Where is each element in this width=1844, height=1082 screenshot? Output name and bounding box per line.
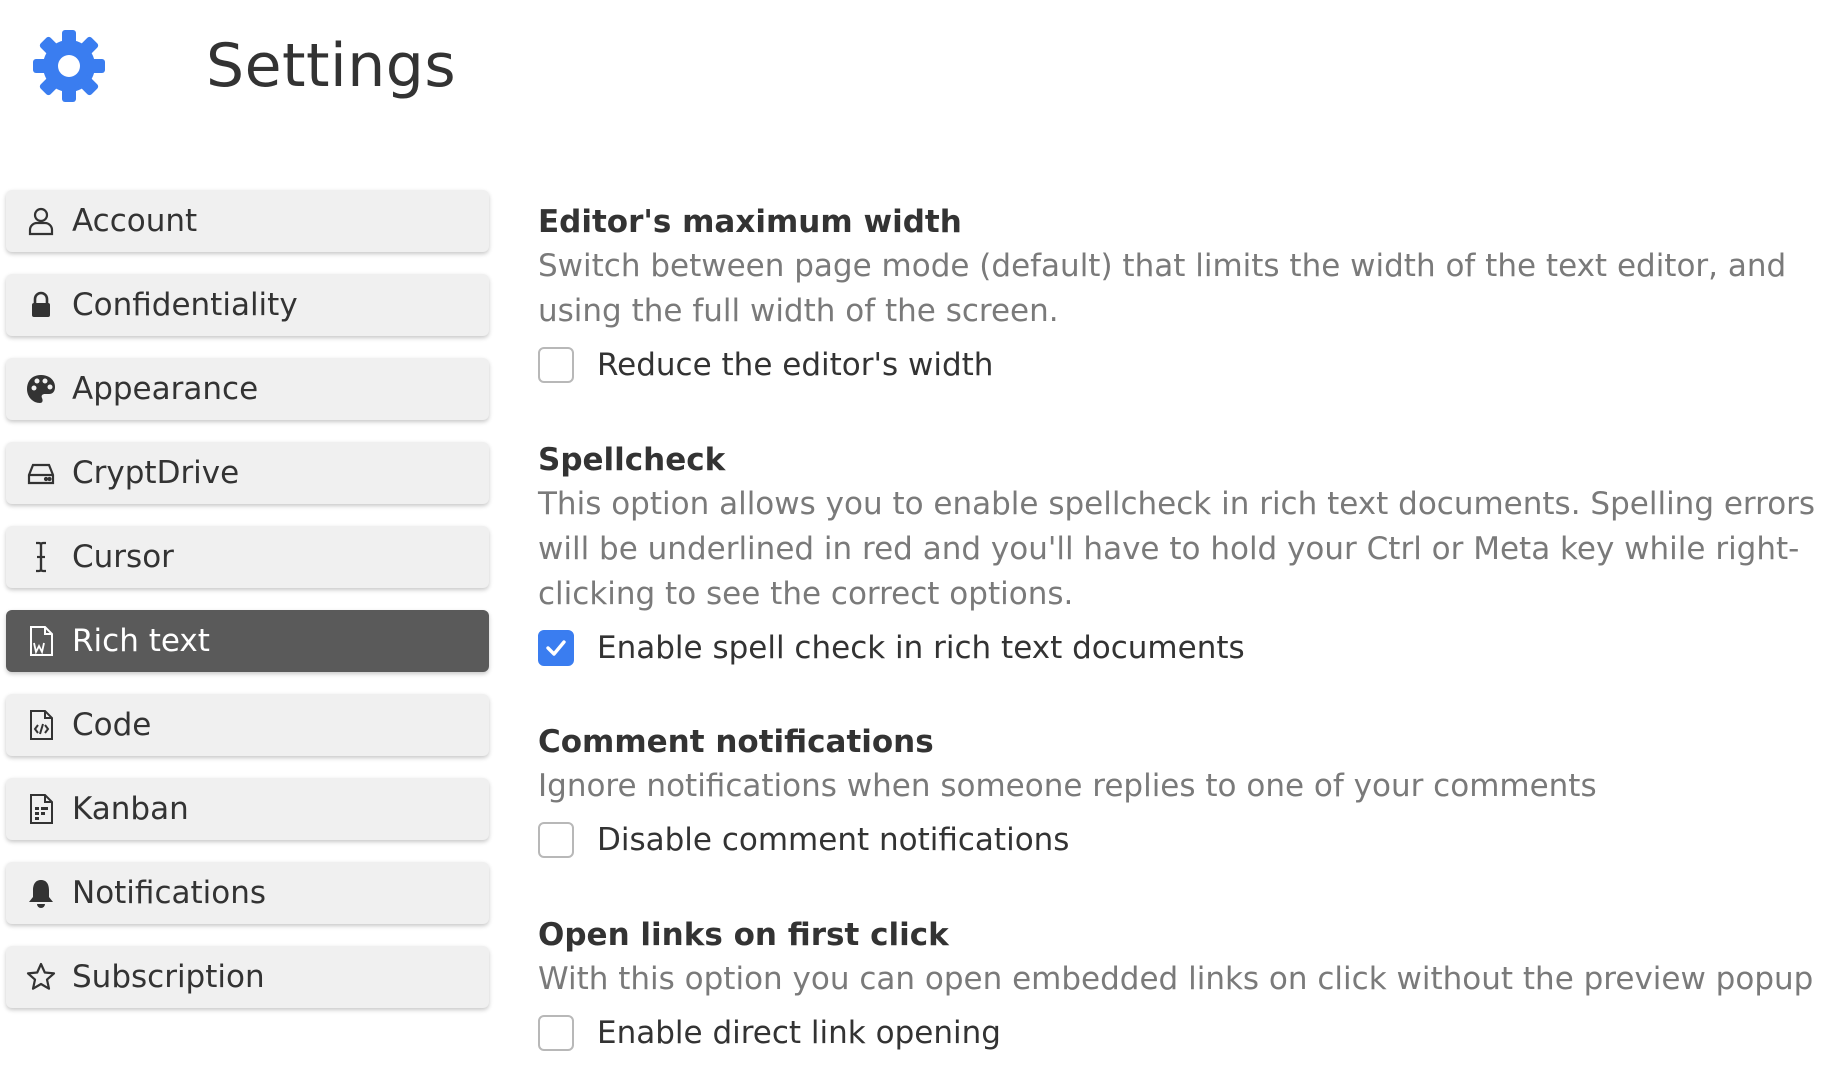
star-icon [22, 958, 60, 996]
reduce-editor-width-option[interactable]: Reduce the editor's width [538, 344, 1828, 386]
page-header: Settings [28, 30, 456, 102]
code-document-icon [22, 706, 60, 744]
section-description: This option allows you to enable spellch… [538, 486, 1816, 612]
palette-icon [22, 370, 60, 408]
sidebar-item-label: Code [72, 707, 152, 743]
sidebar-item-cryptdrive[interactable]: CryptDrive [6, 442, 489, 504]
spellcheck-section: Spellcheck This option allows you to ena… [538, 438, 1828, 669]
checkbox-label[interactable]: Reduce the editor's width [597, 347, 993, 383]
rich-text-document-icon [22, 622, 60, 660]
open-links-section: Open links on first click With this opti… [538, 913, 1813, 1054]
sidebar-item-label: Rich text [72, 623, 210, 659]
checkbox-label[interactable]: Enable direct link opening [597, 1015, 1001, 1051]
disable-comment-notifications-checkbox[interactable] [538, 822, 574, 858]
section-title: Editor's maximum width [538, 204, 962, 240]
checkbox-label[interactable]: Disable comment notifications [597, 822, 1069, 858]
text-cursor-icon [22, 538, 60, 576]
bell-icon [22, 874, 60, 912]
sidebar-item-appearance[interactable]: Appearance [6, 358, 489, 420]
sidebar-item-label: Confidentiality [72, 287, 298, 323]
spellcheck-option[interactable]: Enable spell check in rich text document… [538, 627, 1828, 669]
sidebar-item-notifications[interactable]: Notifications [6, 862, 489, 924]
sidebar-item-label: Subscription [72, 959, 265, 995]
direct-link-opening-checkbox[interactable] [538, 1015, 574, 1051]
sidebar-item-kanban[interactable]: Kanban [6, 778, 489, 840]
sidebar-item-code[interactable]: Code [6, 694, 489, 756]
section-description: Switch between page mode (default) that … [538, 248, 1787, 329]
sidebar-item-label: CryptDrive [72, 455, 240, 491]
checkmark-icon [546, 640, 566, 656]
sidebar-item-cursor[interactable]: Cursor [6, 526, 489, 588]
section-title: Open links on first click [538, 917, 949, 953]
settings-sidebar: Account Confidentiality Appearance Crypt… [6, 190, 489, 1030]
direct-link-opening-option[interactable]: Enable direct link opening [538, 1012, 1813, 1054]
sidebar-item-label: Cursor [72, 539, 174, 575]
sidebar-item-rich-text[interactable]: Rich text [6, 610, 489, 672]
sidebar-item-confidentiality[interactable]: Confidentiality [6, 274, 489, 336]
page-title: Settings [206, 31, 457, 101]
gear-icon [28, 25, 110, 107]
sidebar-item-account[interactable]: Account [6, 190, 489, 252]
section-description: Ignore notifications when someone replie… [538, 768, 1597, 804]
lock-icon [22, 286, 60, 324]
drive-icon [22, 454, 60, 492]
section-title: Spellcheck [538, 442, 726, 478]
reduce-editor-width-checkbox[interactable] [538, 347, 574, 383]
editor-width-section: Editor's maximum width Switch between pa… [538, 200, 1828, 386]
kanban-document-icon [22, 790, 60, 828]
comment-notifications-section: Comment notifications Ignore notificatio… [538, 720, 1597, 861]
sidebar-item-label: Account [72, 203, 198, 239]
user-icon [22, 202, 60, 240]
sidebar-item-label: Kanban [72, 791, 189, 827]
checkbox-label[interactable]: Enable spell check in rich text document… [597, 630, 1245, 666]
disable-comment-notifications-option[interactable]: Disable comment notifications [538, 819, 1597, 861]
section-title: Comment notifications [538, 724, 934, 760]
sidebar-item-label: Appearance [72, 371, 259, 407]
section-description: With this option you can open embedded l… [538, 961, 1814, 997]
spellcheck-checkbox[interactable] [538, 630, 574, 666]
sidebar-item-label: Notifications [72, 875, 267, 911]
sidebar-item-subscription[interactable]: Subscription [6, 946, 489, 1008]
